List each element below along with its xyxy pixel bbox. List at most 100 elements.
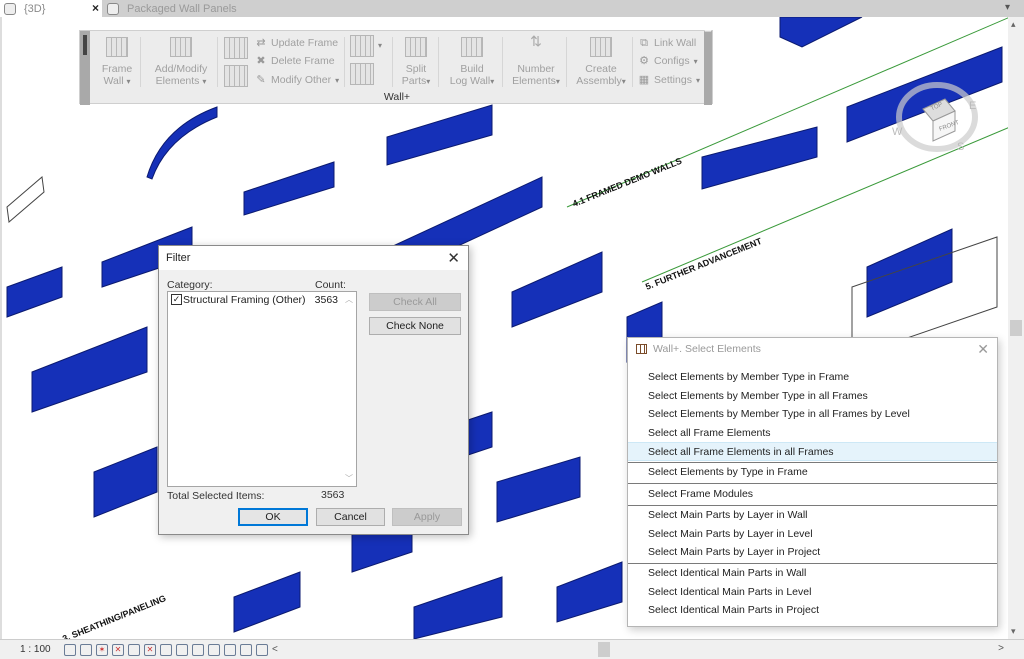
worksharing-icon[interactable] xyxy=(224,643,236,656)
add-modify-elements-button[interactable]: Add/Modify Elements ▾ xyxy=(148,35,214,88)
split-parts-label-2: Parts xyxy=(401,75,427,87)
scale-readout[interactable]: 1 : 100 xyxy=(0,644,60,655)
menu-item-layer-in-level[interactable]: Select Main Parts by Layer in Level xyxy=(628,525,997,544)
frame-wall-button[interactable]: Frame Wall ▾ xyxy=(98,35,136,88)
crop-view-icon[interactable]: ✕ xyxy=(144,643,156,656)
highlight-displacement-icon[interactable] xyxy=(256,643,268,656)
list-scrollbar[interactable]: ︿ ﹀ xyxy=(342,292,356,486)
link-wall-button[interactable]: ⧉ Link Wall xyxy=(638,37,696,49)
view-controls: ✶ ✕ ✕ < xyxy=(64,643,278,656)
frame-wall-label-1: Frame xyxy=(101,63,133,75)
tab-close-icon[interactable]: × xyxy=(92,1,99,15)
3d-view-icon xyxy=(107,2,119,15)
detail-level-icon[interactable] xyxy=(64,643,76,656)
settings-button[interactable]: ▦ Settings ▾ xyxy=(638,74,700,86)
frame-edit-icon[interactable] xyxy=(224,37,248,59)
tab-3d[interactable]: {3D} × xyxy=(0,0,102,17)
check-none-button[interactable]: Check None xyxy=(369,317,461,335)
frame-wall-label-2: Wall xyxy=(103,75,124,87)
configs-label: Configs xyxy=(654,55,690,67)
tab-packaged-label: Packaged Wall Panels xyxy=(127,2,237,15)
apply-button[interactable]: Apply xyxy=(392,508,462,526)
menu-item-layer-in-project[interactable]: Select Main Parts by Layer in Project xyxy=(628,543,997,562)
panel-collapse-handle[interactable]: ▔ xyxy=(704,31,712,105)
dropdown-arrow-icon: ▾ xyxy=(490,77,495,86)
view-control-bar: 1 : 100 ✶ ✕ ✕ < > xyxy=(0,639,1024,659)
level-line xyxy=(641,127,1008,283)
scroll-down-icon[interactable]: ▾ xyxy=(1011,626,1016,637)
create-assembly-label-2: Assembly xyxy=(576,75,622,87)
menu-item-identical-in-level[interactable]: Select Identical Main Parts in Level xyxy=(628,583,997,602)
render-icon[interactable] xyxy=(128,643,140,656)
split-parts-button[interactable]: Split Parts▾ xyxy=(398,35,434,88)
update-frame-button[interactable]: ⇄ Update Frame xyxy=(255,37,338,49)
wall-panel xyxy=(413,576,503,639)
select-frame-icon[interactable] xyxy=(350,63,374,85)
menu-item-type-in-frame[interactable]: Select Elements by Type in Frame xyxy=(628,463,997,482)
menu-item-identical-in-wall[interactable]: Select Identical Main Parts in Wall xyxy=(628,564,997,583)
modify-other-button[interactable]: ✎ Modify Other ▾ xyxy=(255,74,339,86)
menu-item-all-frame-elements-all-frames[interactable]: Select all Frame Elements in all Frames xyxy=(628,442,997,461)
ok-button[interactable]: OK xyxy=(238,508,308,526)
separator xyxy=(628,483,997,484)
wall-panel xyxy=(386,104,493,166)
gear-icon: ⚙ xyxy=(639,54,649,67)
create-assembly-button[interactable]: Create Assembly▾ xyxy=(572,35,630,88)
vertical-scrollbar[interactable]: ▴ ▾ xyxy=(1008,17,1024,639)
unlocked-3d-icon[interactable] xyxy=(176,643,188,656)
delete-frame-button[interactable]: ✖ Delete Frame xyxy=(255,55,334,67)
wall-panel xyxy=(93,446,158,518)
analytical-model-icon[interactable] xyxy=(240,643,252,656)
configs-button[interactable]: ⚙ Configs ▾ xyxy=(638,55,698,67)
category-list[interactable]: ✓ Structural Framing (Other) 3563 ︿ ﹀ xyxy=(167,291,357,487)
shadows-icon[interactable]: ✕ xyxy=(112,643,124,656)
build-log-wall-button[interactable]: Build Log Wall▾ xyxy=(444,35,500,88)
separator xyxy=(140,37,141,87)
visual-style-icon[interactable] xyxy=(80,643,92,656)
menu-item-member-type-frame[interactable]: Select Elements by Member Type in Frame xyxy=(628,368,997,387)
ribbon-panel-title: Wall+ xyxy=(383,91,411,103)
menu-item-all-frame-elements[interactable]: Select all Frame Elements xyxy=(628,424,997,443)
menu-item-layer-in-wall[interactable]: Select Main Parts by Layer in Wall xyxy=(628,506,997,525)
total-selected-value: 3563 xyxy=(321,489,345,501)
wallplus-icon xyxy=(636,344,647,354)
menu-item-frame-modules[interactable]: Select Frame Modules xyxy=(628,485,997,504)
reveal-hidden-icon[interactable] xyxy=(208,643,220,656)
category-count: 3563 xyxy=(314,293,338,306)
frame-modify-icon[interactable] xyxy=(224,65,248,87)
scroll-up-icon[interactable]: ︿ xyxy=(345,294,353,305)
vertical-scroll-thumb[interactable] xyxy=(1010,320,1022,336)
number-elements-button[interactable]: ⇅ Number Elements▾ xyxy=(508,34,564,88)
wall-panel xyxy=(866,228,953,318)
tab-menu-icon[interactable]: ▾ xyxy=(1005,2,1010,13)
close-icon[interactable]: ✕ xyxy=(977,341,989,358)
check-all-button[interactable]: Check All xyxy=(369,293,461,311)
number-elements-label-1: Number xyxy=(517,63,555,75)
frame-view-icon[interactable] xyxy=(350,35,374,57)
horizontal-scroll-thumb[interactable] xyxy=(598,642,610,657)
scroll-down-icon[interactable]: ﹀ xyxy=(345,473,353,484)
tab-3d-label: {3D} xyxy=(24,2,46,15)
close-icon[interactable]: ✕ xyxy=(447,249,460,267)
dropdown-arrow-icon[interactable]: ▾ xyxy=(378,41,382,50)
menu-item-identical-in-project[interactable]: Select Identical Main Parts in Project xyxy=(628,601,997,620)
dropdown-arrow-icon: ▾ xyxy=(555,77,560,86)
sun-path-icon[interactable]: ✶ xyxy=(96,643,108,656)
scroll-up-icon[interactable]: ▴ xyxy=(1011,19,1016,30)
collapse-arrow-icon[interactable]: < xyxy=(272,644,278,655)
cancel-button[interactable]: Cancel xyxy=(316,508,385,526)
label-framed-demo: 4.1 FRAMED DEMO WALLS xyxy=(571,156,683,209)
create-assembly-label-1: Create xyxy=(585,63,617,75)
add-modify-label-2: Elements xyxy=(155,75,200,87)
temporary-hide-icon[interactable] xyxy=(192,643,204,656)
menu-item-member-type-by-level[interactable]: Select Elements by Member Type in all Fr… xyxy=(628,405,997,424)
show-crop-icon[interactable] xyxy=(160,643,172,656)
wallplus-ribbon-panel: Frame Wall ▾ Add/Modify Elements ▾ ⇄ Upda… xyxy=(79,30,713,105)
dropdown-arrow-icon: ▾ xyxy=(126,77,131,86)
menu-item-member-type-all-frames[interactable]: Select Elements by Member Type in all Fr… xyxy=(628,387,997,406)
category-checkbox[interactable]: ✓ xyxy=(171,294,182,305)
list-item[interactable]: ✓ Structural Framing (Other) 3563 xyxy=(168,292,356,307)
scroll-right-icon[interactable]: > xyxy=(998,643,1004,654)
tab-packaged-wall-panels[interactable]: Packaged Wall Panels xyxy=(103,0,237,17)
wall-panel xyxy=(846,46,1003,143)
